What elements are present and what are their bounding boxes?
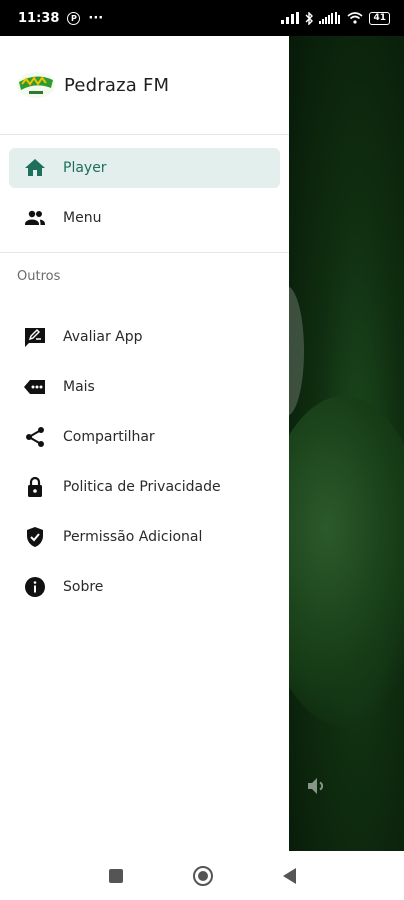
lock-icon <box>23 475 47 499</box>
home-icon <box>23 156 47 180</box>
drawer-header: Pedraza FM <box>0 36 289 135</box>
volume-icon[interactable] <box>305 774 329 798</box>
nav-item-label: Compartilhar <box>63 429 155 445</box>
nav-item-label: Sobre <box>63 579 104 595</box>
battery-icon: 41 <box>369 11 390 25</box>
nav-item-label: Mais <box>63 379 95 395</box>
info-icon <box>23 575 47 599</box>
nav-item-sobre[interactable]: Sobre <box>9 567 280 607</box>
nav-item-compartilhar[interactable]: Compartilhar <box>9 417 280 457</box>
p-circle-icon: P <box>67 11 81 25</box>
primary-nav: Player Menu <box>0 135 289 253</box>
status-time: 11:38 <box>18 10 60 26</box>
home-dot-icon <box>197 870 208 881</box>
status-bar: 11:38 P ··· 41 <box>0 0 404 36</box>
back-button[interactable] <box>282 867 296 884</box>
nav-item-mais[interactable]: Mais <box>9 367 280 407</box>
navigation-drawer: Pedraza FM Player Menu Outros Avaliar Ap… <box>0 36 289 851</box>
nav-item-label: Avaliar App <box>63 329 143 345</box>
nav-item-label: Player <box>63 160 107 176</box>
secondary-nav: Avaliar App Mais Compartilhar Politica d… <box>0 317 289 607</box>
nav-item-label: Menu <box>63 210 102 226</box>
shield-check-icon <box>23 525 47 549</box>
background-artwork-blob <box>289 286 304 416</box>
bluetooth-icon <box>305 11 314 25</box>
nav-item-permissao-adicional[interactable]: Permissão Adicional <box>9 517 280 557</box>
more-tag-icon <box>23 375 47 399</box>
home-button[interactable] <box>192 865 213 886</box>
nav-item-label: Permissão Adicional <box>63 529 203 545</box>
section-title-outros: Outros <box>17 269 61 284</box>
recents-button[interactable] <box>108 868 123 883</box>
people-icon <box>23 206 47 230</box>
signal-icon <box>281 12 300 24</box>
cell-signal-icon <box>319 12 341 24</box>
share-icon <box>23 425 47 449</box>
background-player[interactable] <box>289 36 404 851</box>
system-navigation-bar <box>0 851 404 900</box>
app-title: Pedraza FM <box>64 74 170 96</box>
nav-item-menu[interactable]: Menu <box>9 198 280 238</box>
nav-item-avaliar-app[interactable]: Avaliar App <box>9 317 280 357</box>
background-artwork <box>289 396 404 726</box>
pedraza-fm-logo <box>17 72 55 98</box>
wifi-icon <box>347 12 363 24</box>
nav-item-politica-de-privacidade[interactable]: Politica de Privacidade <box>9 467 280 507</box>
rate-review-icon <box>23 325 47 349</box>
status-more: ··· <box>88 10 104 26</box>
nav-item-label: Politica de Privacidade <box>63 479 221 495</box>
nav-item-player[interactable]: Player <box>9 148 280 188</box>
